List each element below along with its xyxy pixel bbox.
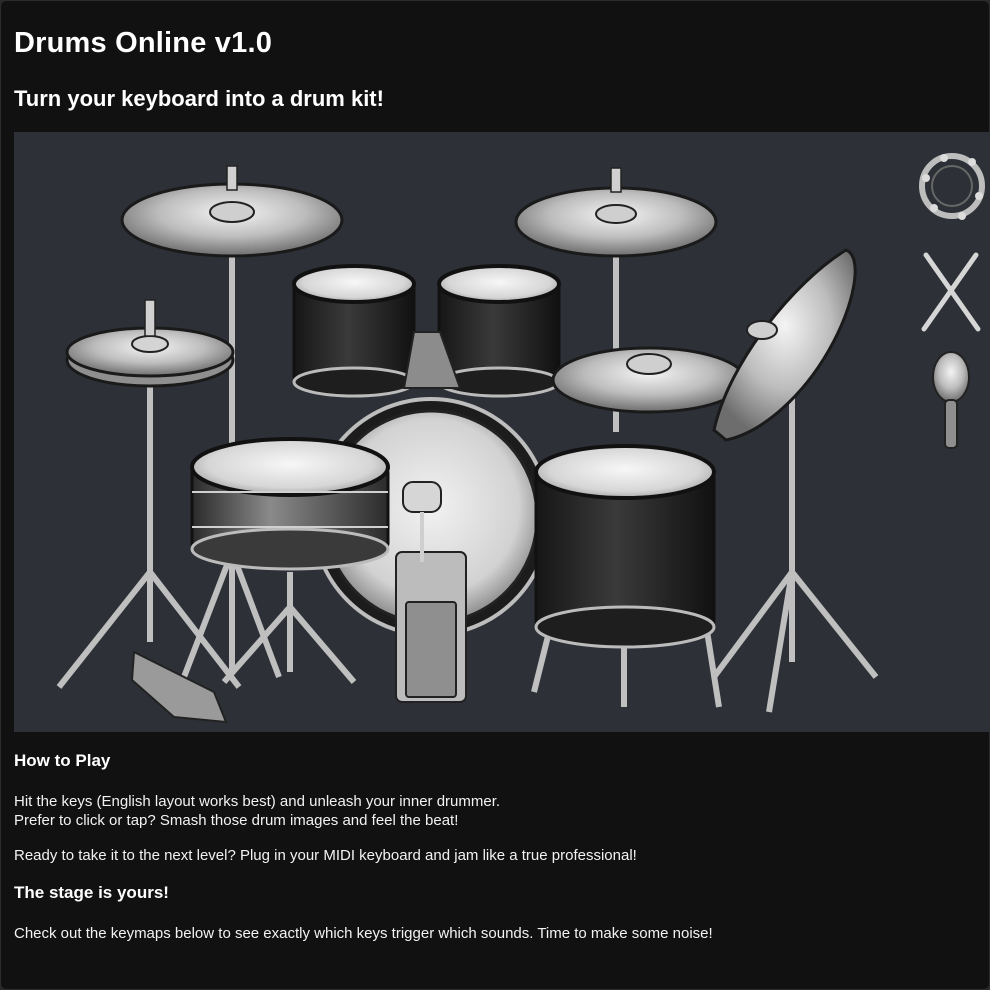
tom-2-icon[interactable] <box>437 264 561 398</box>
tom-1-icon[interactable] <box>292 264 416 398</box>
midi-paragraph: Ready to take it to the next level? Plug… <box>14 847 637 864</box>
crash-cymbal-left-icon[interactable] <box>120 165 344 258</box>
drumsticks-icon[interactable] <box>921 252 981 332</box>
snare-drum-icon[interactable] <box>190 437 390 571</box>
ride-cymbal-icon[interactable] <box>514 167 718 258</box>
maraca-icon[interactable] <box>932 351 970 449</box>
app-page: Drums Online v1.0 Turn your keyboard int… <box>0 0 990 990</box>
drum-kit-stage <box>14 132 990 732</box>
how-to-play-heading: How to Play <box>14 751 111 770</box>
splash-cymbal-icon[interactable] <box>551 346 747 414</box>
app-subtitle: Turn your keyboard into a drum kit! <box>14 86 384 111</box>
keymaps-paragraph: Check out the keymaps below to see exact… <box>14 925 713 942</box>
china-cymbal-icon[interactable] <box>712 248 857 442</box>
stage-yours-heading: The stage is yours! <box>14 883 169 902</box>
floor-tom-icon[interactable] <box>534 444 716 649</box>
how-to-play-line-2: Prefer to click or tap? Smash those drum… <box>14 812 459 829</box>
app-title: Drums Online v1.0 <box>14 27 273 59</box>
how-to-play-line-1: Hit the keys (English layout works best)… <box>14 793 501 810</box>
tambourine-icon[interactable] <box>919 153 985 220</box>
